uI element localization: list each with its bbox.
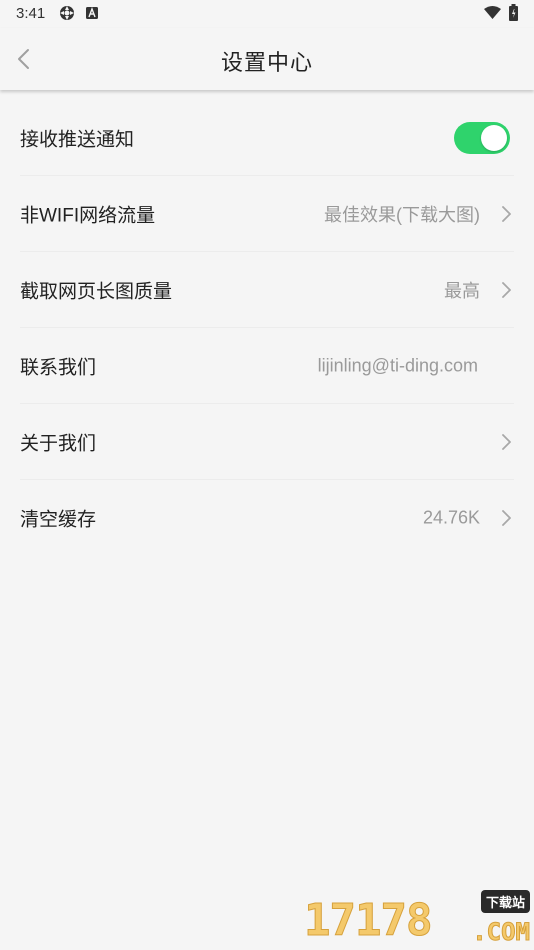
watermark-logo: 17178 下载站 .COM [303,888,534,950]
watermark-digits: 17178 [303,895,432,947]
status-time: 3:41 [16,5,46,22]
contact-us-row[interactable]: 联系我们 lijinling@ti-ding.com [20,328,514,404]
contact-us-label: 联系我们 [20,357,97,378]
chevron-right-icon [502,509,511,526]
chevron-right-icon [502,205,511,222]
push-notification-toggle[interactable] [454,121,510,154]
title-bar: 设置中心 [0,28,534,90]
toggle-knob [481,124,507,151]
a-badge-icon [86,7,98,19]
wifi-icon [484,6,501,19]
push-notification-label: 接收推送通知 [20,129,135,150]
non-wifi-traffic-row[interactable]: 非WIFI网络流量 最佳效果(下载大图) [20,176,514,252]
watermark-tag: 下载站 [480,890,530,913]
page-title: 设置中心 [220,50,313,75]
chevron-right-icon [502,433,511,450]
screenshot-quality-row[interactable]: 截取网页长图质量 最高 [20,252,514,328]
clear-cache-row[interactable]: 清空缓存 24.76K [20,480,514,555]
watermark-suffix: .COM [472,918,531,947]
push-notification-row: 接收推送通知 [20,100,514,176]
contact-email-value: lijinling@ti-ding.com [317,355,478,375]
screenshot-quality-value: 最高 [444,280,480,301]
settings-cog-icon [60,6,74,20]
chevron-right-icon [502,281,511,298]
about-us-label: 关于我们 [20,433,97,454]
clear-cache-label: 清空缓存 [20,509,97,530]
status-bar: 3:41 [0,0,534,28]
non-wifi-traffic-label: 非WIFI网络流量 [20,205,156,226]
settings-list: 接收推送通知 非WIFI网络流量 最佳效果(下载大图) 截取网页长图质量 最高 … [0,100,534,555]
about-us-row[interactable]: 关于我们 [20,404,514,480]
non-wifi-traffic-value: 最佳效果(下载大图) [324,204,480,225]
battery-icon [509,4,518,21]
cache-size-value: 24.76K [422,507,480,527]
screenshot-quality-label: 截取网页长图质量 [20,281,173,302]
